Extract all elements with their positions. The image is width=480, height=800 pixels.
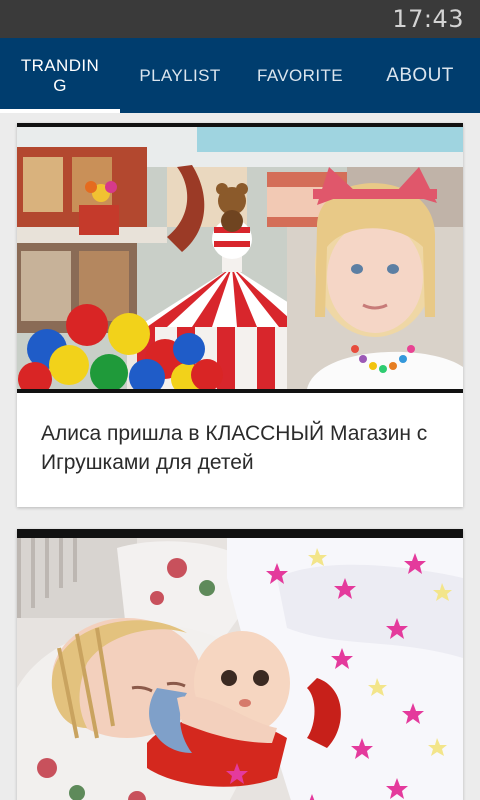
tab-bar: TRANDIN G PLAYLIST FAVORITE ABOUT xyxy=(0,38,480,113)
video-card[interactable] xyxy=(17,529,463,800)
video-card[interactable]: Алиса пришла в КЛАССНЫЙ Магазин с Игрушк… xyxy=(17,123,463,507)
tab-playlist[interactable]: PLAYLIST xyxy=(120,38,240,113)
video-feed[interactable]: Алиса пришла в КЛАССНЫЙ Магазин с Игрушк… xyxy=(0,113,480,800)
tab-trending[interactable]: TRANDIN G xyxy=(0,38,120,113)
thumbnail-image xyxy=(17,538,463,800)
video-thumbnail[interactable] xyxy=(17,529,463,800)
tab-favorite[interactable]: FAVORITE xyxy=(240,38,360,113)
tab-about[interactable]: ABOUT xyxy=(360,38,480,113)
status-time: 17:43 xyxy=(392,5,464,33)
status-bar: 17:43 xyxy=(0,0,480,38)
thumbnail-image xyxy=(17,127,463,389)
video-thumbnail[interactable] xyxy=(17,123,463,393)
video-title[interactable]: Алиса пришла в КЛАССНЫЙ Магазин с Игрушк… xyxy=(41,419,441,477)
